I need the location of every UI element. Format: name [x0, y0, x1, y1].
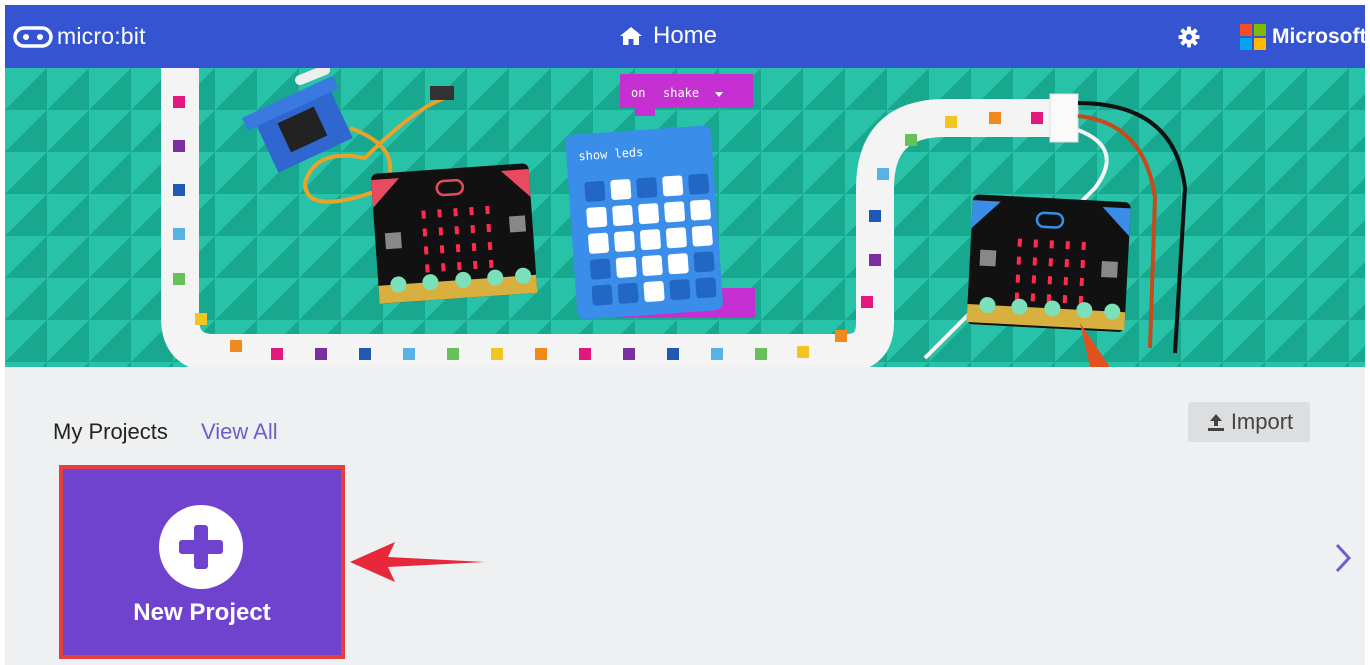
projects-section: My Projects View All Import New Project: [5, 367, 1365, 665]
red-arrow-annotation: [350, 542, 485, 582]
new-project-card[interactable]: New Project: [59, 465, 345, 659]
microsoft-logo-icon: [1240, 24, 1266, 50]
import-label: Import: [1230, 409, 1294, 434]
microbit-logo-icon: [13, 25, 53, 48]
microsoft-link[interactable]: Microsoft: [1240, 24, 1367, 50]
gear-icon[interactable]: [1177, 25, 1201, 49]
home-label: Home: [653, 22, 718, 49]
new-project-label: New Project: [133, 599, 271, 626]
block-on-label: on: [631, 86, 645, 100]
upload-icon: [1207, 414, 1224, 431]
home-icon: [620, 27, 642, 45]
my-projects-heading: My Projects: [53, 419, 168, 444]
hero-illustration: on shake show leds: [5, 68, 1365, 367]
chevron-right-icon[interactable]: [1333, 541, 1353, 575]
import-button[interactable]: Import: [1188, 402, 1310, 442]
brand-text: micro:bit: [57, 23, 146, 49]
home-button[interactable]: Home: [619, 22, 717, 50]
block-shake-label: shake: [663, 86, 699, 100]
view-all-link[interactable]: View All: [201, 419, 278, 445]
plus-circle: [159, 505, 243, 589]
top-nav-bar: micro:bit Home Microsoft: [5, 5, 1367, 68]
hero-banner: on shake show leds: [5, 68, 1365, 367]
brand[interactable]: micro:bit: [13, 23, 146, 50]
plus-icon: [179, 525, 223, 569]
microsoft-label: Microsoft: [1272, 25, 1367, 48]
